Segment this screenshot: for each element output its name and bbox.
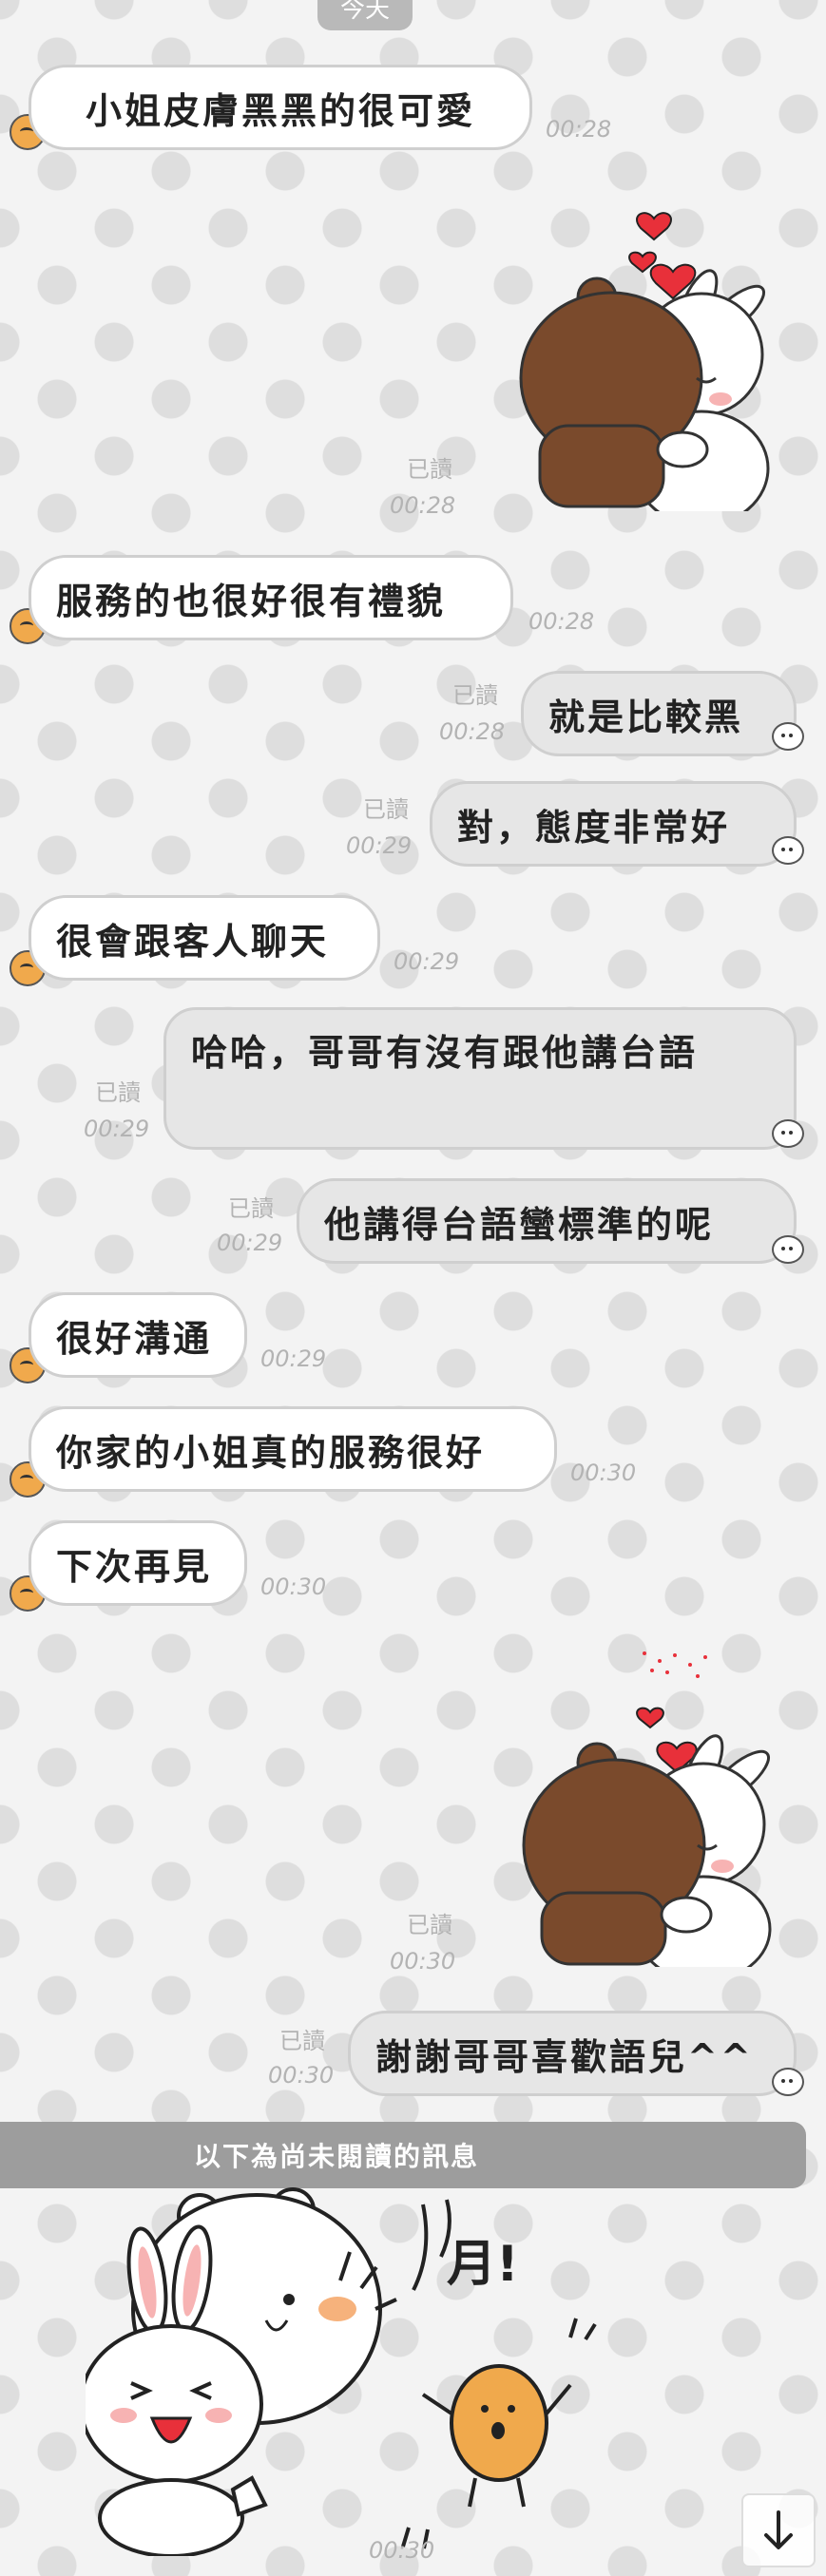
message-bubble[interactable]: 小姐皮膚黑黑的很可愛 xyxy=(29,65,532,150)
message-time: 00:30 xyxy=(390,1948,456,1975)
message-time: 00:30 xyxy=(268,2062,335,2089)
read-receipt: 已讀 xyxy=(95,1079,141,1106)
sticker-bear-hug[interactable] xyxy=(502,1644,787,1983)
message-time: 00:28 xyxy=(546,116,612,143)
self-avatar xyxy=(772,1235,804,1264)
message-bubble[interactable]: 他講得台語蠻標準的呢 xyxy=(297,1178,797,1264)
self-avatar xyxy=(772,2068,804,2096)
message-bubble[interactable]: 很好溝通 xyxy=(29,1292,247,1378)
message-bubble[interactable]: 就是比較黑 xyxy=(521,671,797,756)
message-time: 00:29 xyxy=(84,1116,150,1142)
celebration-sticker-icon: 月! xyxy=(79,2187,597,2558)
sticker-caption: 月! xyxy=(447,2236,519,2293)
message-time: 00:28 xyxy=(390,492,456,519)
bear-hug-sticker-icon xyxy=(522,1651,772,1983)
read-receipt: 已讀 xyxy=(363,796,409,823)
message-bubble[interactable]: 哈哈，哥哥有沒有跟他講台語 xyxy=(163,1007,797,1150)
message-time: 00:28 xyxy=(528,608,595,635)
message-time: 00:30 xyxy=(570,1460,637,1486)
arrow-down-icon xyxy=(764,2510,793,2549)
self-avatar xyxy=(772,722,804,751)
message-bubble[interactable]: 下次再見 xyxy=(29,1520,247,1606)
read-receipt: 已讀 xyxy=(452,682,498,709)
sticker-bear-hug[interactable] xyxy=(502,198,787,527)
message-time: 00:28 xyxy=(439,718,506,745)
message-time: 00:29 xyxy=(394,948,460,975)
read-receipt: 已讀 xyxy=(228,1195,274,1222)
read-receipt: 已讀 xyxy=(407,1912,452,1938)
self-avatar xyxy=(772,836,804,865)
message-bubble[interactable]: 謝謝哥哥喜歡語兒^^ xyxy=(348,2011,797,2096)
read-receipt: 已讀 xyxy=(279,2028,325,2054)
message-bubble[interactable]: 對，態度非常好 xyxy=(430,781,797,867)
message-bubble[interactable]: 你家的小姐真的服務很好 xyxy=(29,1406,557,1492)
message-time: 00:30 xyxy=(369,2537,435,2564)
message-time: 00:29 xyxy=(217,1230,283,1256)
message-time: 00:30 xyxy=(260,1574,327,1600)
bear-hug-sticker-icon xyxy=(519,212,770,527)
message-bubble[interactable]: 服務的也很好很有禮貌 xyxy=(29,555,513,640)
message-time: 00:29 xyxy=(346,832,413,859)
message-bubble[interactable]: 很會跟客人聊天 xyxy=(29,895,380,981)
sticker-celebration[interactable]: 月! xyxy=(79,2176,618,2558)
self-avatar xyxy=(772,1119,804,1148)
scroll-to-bottom-button[interactable] xyxy=(741,2493,816,2567)
read-receipt: 已讀 xyxy=(407,456,452,483)
message-time: 00:29 xyxy=(260,1345,327,1372)
date-label: 今天 xyxy=(317,0,413,30)
